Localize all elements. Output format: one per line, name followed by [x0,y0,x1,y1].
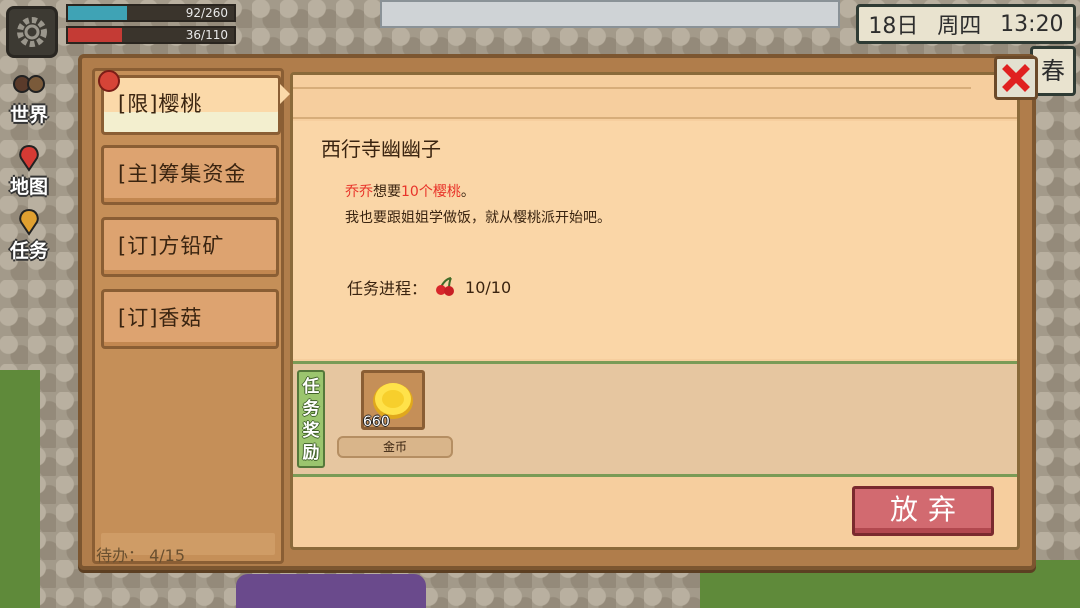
energy-bar-fill [68,28,123,42]
hp-bar: 92/260 [66,4,236,22]
quest-item-label: [主]筹集资金 [118,162,247,186]
quest-item-mushroom[interactable]: [订]香菇 [101,289,279,349]
map-button[interactable]: 地图 [2,144,56,199]
quest-item-label: [限]樱桃 [118,92,203,116]
reward-count: 660 [363,414,390,430]
map-pin-icon [2,144,56,172]
new-badge-icon [98,70,120,92]
hp-text: 92/260 [185,6,228,20]
progress-value: 10/10 [465,277,512,297]
quest-detail-panel: 西行寺幽幽子 乔乔想要10个樱桃。 我也要跟姐姐学做饭，就从樱桃派开始吧。 任务… [290,72,1020,550]
request-end: 。 [460,184,475,200]
quest-list-panel: [限]樱桃 [主]筹集资金 [订]方铅矿 [订]香菇 [92,68,290,564]
request-item: 10个樱桃 [401,184,461,200]
cherry-icon [436,277,455,296]
close-button[interactable] [994,56,1038,100]
game-clock: 18日 周四 13:20 [856,4,1076,44]
todo-label: 待办： [96,546,145,565]
world-button[interactable]: 世界 [2,72,56,127]
energy-bar: 36/110 [66,26,236,44]
reward-tag: 任务奖励 [297,370,325,468]
clock-time: 13:20 [1000,11,1064,37]
energy-text: 36/110 [185,28,228,42]
quest-item-galena[interactable]: [订]方铅矿 [101,217,279,277]
close-icon [1002,64,1030,92]
gear-icon [17,17,47,47]
requester-name: 乔乔 [345,184,373,200]
quest-request-line: 乔乔想要10个樱桃。 [345,181,475,201]
abandon-button[interactable]: 放弃 [852,486,994,536]
progress-label: 任务进程： [347,279,428,298]
quest-item-label: [订]香菇 [118,306,203,330]
quest-item-raise-funds[interactable]: [主]筹集资金 [101,145,279,205]
hp-bar-fill [68,6,127,20]
request-verb: 想要 [373,184,401,200]
status-bars: 92/260 36/110 [66,4,236,48]
task-button[interactable]: 任务 [2,208,56,263]
quest-progress: 任务进程： 10/10 [347,275,511,299]
quest-flavor-line: 我也要跟姐姐学做饭，就从樱桃派开始吧。 [345,210,611,226]
todo-value: 4/15 [149,546,186,565]
clock-weekday: 周四 [937,14,982,39]
settings-gear-button[interactable] [6,6,58,58]
world-button-label: 世界 [9,104,48,126]
npc-name: 西行寺幽幽子 [321,137,441,161]
quest-item-cherry[interactable]: [限]樱桃 [98,70,290,135]
people-icon [2,72,56,100]
map-button-label: 地图 [9,176,48,198]
reward-name: 金币 [337,436,453,458]
task-button-label: 任务 [9,240,48,262]
quest-item-label: [订]方铅矿 [118,234,225,258]
task-pin-icon [2,208,56,236]
detail-header-strip [293,75,1017,119]
clock-day: 18日 [868,14,919,39]
todo-counter: 待办： 4/15 [96,542,185,566]
reward-area: 任务奖励 660 金币 [293,361,1017,477]
